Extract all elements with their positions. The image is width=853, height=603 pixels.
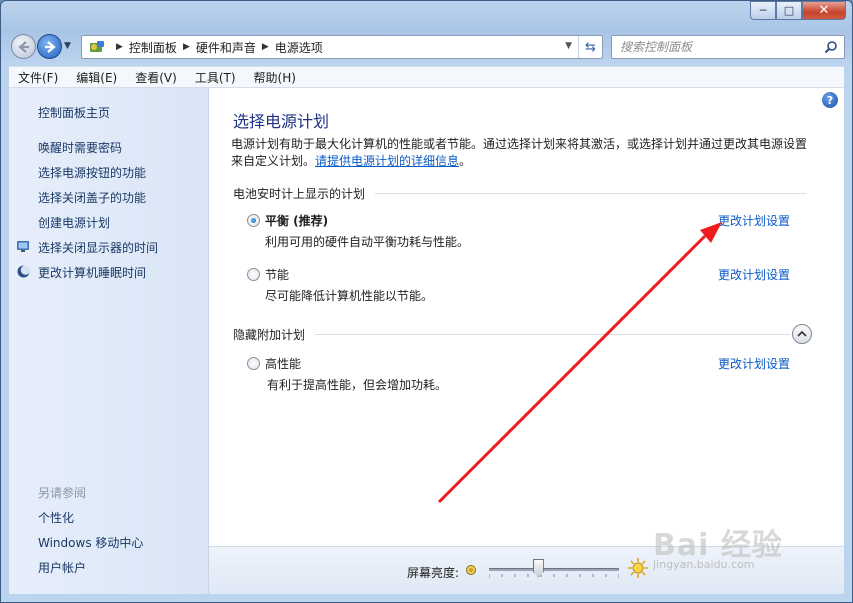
description-end: 。 (459, 154, 472, 168)
plan-power-saver-name[interactable]: 节能 (265, 266, 289, 283)
baidu-watermark: Bai 经验 jingyan.baidu.com (653, 520, 813, 580)
address-bar[interactable]: ▶ 控制面板 ▶ 硬件和声音 ▶ 电源选项 ▼ ⇆ (81, 35, 603, 59)
brightness-slider-track[interactable] (489, 568, 619, 571)
maximize-button[interactable]: □ (776, 1, 802, 20)
main-content: ? 选择电源计划 电源计划有助于最大化计算机的性能或者节能。通过选择计划来将其激… (209, 88, 844, 594)
plan-power-saver-radio[interactable] (247, 268, 260, 281)
sidebar-item-sleep-time[interactable]: 更改计算机睡眠时间 (38, 264, 146, 281)
sidebar-item-wake-password[interactable]: 唤醒时需要密码 (38, 139, 122, 156)
section-divider (315, 334, 790, 335)
section-hidden-plans: 隐藏附加计划 (233, 328, 306, 342)
plan-high-performance-name[interactable]: 高性能 (265, 355, 301, 372)
sidebar-item-power-button[interactable]: 选择电源按钮的功能 (38, 164, 146, 181)
chevron-up-icon (797, 330, 807, 337)
plan-balanced-desc: 利用可用的硬件自动平衡功耗与性能。 (265, 235, 470, 249)
forward-button[interactable] (37, 34, 62, 59)
search-icon[interactable] (824, 40, 838, 54)
breadcrumb-separator-icon: ▶ (116, 42, 123, 52)
breadcrumb-power-options[interactable]: 电源选项 (275, 39, 323, 56)
back-button[interactable] (11, 34, 36, 59)
plan-balanced-radio[interactable] (247, 214, 260, 227)
collapse-hidden-plans-button[interactable] (792, 324, 812, 344)
breadcrumb-hardware-sound[interactable]: 硬件和声音 (196, 39, 256, 56)
menu-file[interactable]: 文件(F) (9, 69, 67, 86)
plan-high-performance-desc: 有利于提高性能，但会增加功耗。 (267, 378, 448, 392)
menu-help[interactable]: 帮助(H) (245, 69, 305, 86)
brightness-label: 屏幕亮度: (407, 566, 460, 580)
close-button[interactable]: ✕ (802, 1, 846, 20)
plan-power-saver-desc: 尽可能降低计算机性能以节能。 (265, 289, 434, 303)
window-caption-buttons: ─ □ ✕ (750, 1, 846, 20)
slider-ticks (489, 574, 619, 578)
see-also-heading: 另请参阅 (38, 486, 87, 500)
dim-sun-icon (466, 565, 476, 575)
minimize-button[interactable]: ─ (750, 1, 776, 20)
menu-view[interactable]: 查看(V) (126, 69, 186, 86)
page-description: 电源计划有助于最大化计算机的性能或者节能。通过选择计划来将其激活，或选择计划并通… (231, 136, 816, 170)
refresh-icon[interactable]: ⇆ (578, 36, 602, 58)
breadcrumb-separator-icon: ▶ (261, 42, 269, 52)
sidebar-item-create-plan[interactable]: 创建电源计划 (38, 214, 110, 231)
arrow-left-icon (17, 40, 29, 53)
sleep-moon-icon (17, 265, 31, 278)
help-icon[interactable]: ? (822, 92, 838, 108)
page-title: 选择电源计划 (233, 112, 330, 131)
control-panel-icon (88, 39, 106, 55)
plan-high-performance-change-link[interactable]: 更改计划设置 (718, 355, 790, 372)
plan-details-link[interactable]: 请提供电源计划的详细信息 (315, 154, 459, 168)
bright-sun-icon (628, 558, 648, 578)
display-power-icon (17, 241, 29, 252)
plan-high-performance-radio[interactable] (247, 357, 260, 370)
sidebar-item-user-accounts[interactable]: 用户帐户 (38, 559, 86, 576)
menu-edit[interactable]: 编辑(E) (67, 69, 126, 86)
plan-power-saver-change-link[interactable]: 更改计划设置 (718, 266, 790, 283)
sidebar-item-personalization[interactable]: 个性化 (38, 509, 74, 526)
breadcrumb-control-panel[interactable]: 控制面板 (129, 39, 177, 56)
history-dropdown-icon[interactable]: ▼ (64, 41, 71, 51)
sidebar-item-control-panel-home[interactable]: 控制面板主页 (38, 104, 110, 121)
search-box[interactable] (611, 35, 845, 59)
arrow-right-icon (44, 40, 56, 53)
menu-tools[interactable]: 工具(T) (186, 69, 245, 86)
address-dropdown-icon[interactable]: ▼ (565, 41, 572, 51)
sidebar-item-display-off[interactable]: 选择关闭显示器的时间 (38, 239, 158, 256)
section-divider (375, 193, 806, 194)
sidebar-item-mobility-center[interactable]: Windows 移动中心 (38, 534, 143, 551)
menu-bar: 文件(F) 编辑(E) 查看(V) 工具(T) 帮助(H) (9, 66, 844, 88)
plan-balanced-name[interactable]: 平衡 (推荐) (265, 212, 328, 229)
search-input[interactable] (620, 40, 820, 54)
sidebar-item-lid-close[interactable]: 选择关闭盖子的功能 (38, 189, 146, 206)
breadcrumb-separator-icon: ▶ (182, 42, 190, 52)
control-panel-window: ─ □ ✕ ▼ ▶ 控制面板 ▶ 硬件和声音 ▶ 电源选项 ▼ ⇆ 搜索控制面板… (0, 0, 853, 603)
navigation-bar: ▼ ▶ 控制面板 ▶ 硬件和声音 ▶ 电源选项 ▼ ⇆ (9, 31, 845, 61)
watermark-url: jingyan.baidu.com (653, 558, 755, 571)
plan-balanced-change-link[interactable]: 更改计划设置 (718, 212, 790, 229)
sidebar: 控制面板主页 唤醒时需要密码 选择电源按钮的功能 选择关闭盖子的功能 创建电源计… (9, 88, 209, 594)
section-battery-plans: 电池安时计上显示的计划 (233, 187, 366, 201)
